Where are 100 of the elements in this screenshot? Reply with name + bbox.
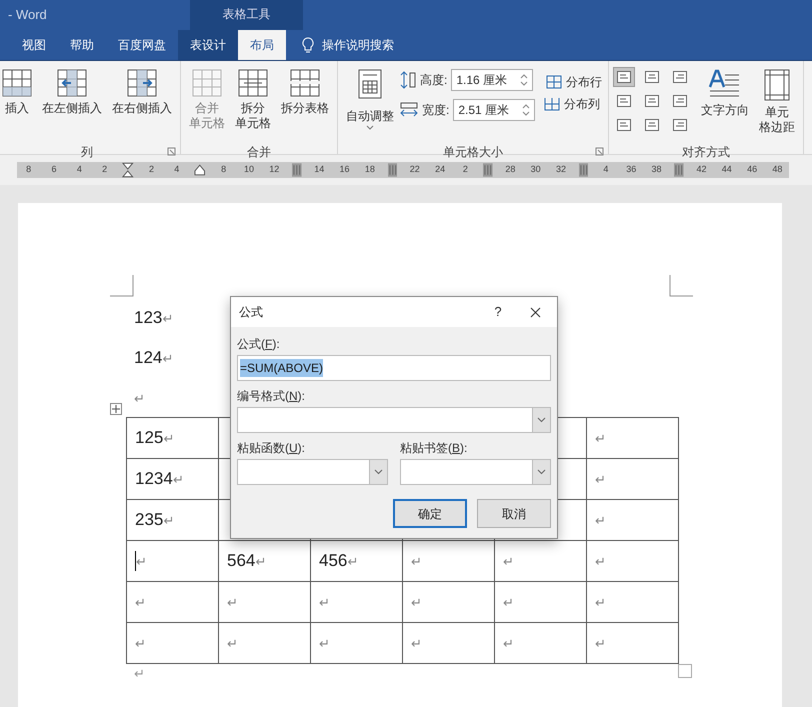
dropdown-field[interactable] xyxy=(400,459,551,485)
window-title: - Word xyxy=(7,6,48,24)
text: 564↵ xyxy=(227,550,266,572)
align-icon xyxy=(617,95,631,107)
chevron-down-icon xyxy=(537,417,546,423)
corner-mark-icon xyxy=(110,275,134,297)
ribbon-tab[interactable]: 表设计 xyxy=(178,30,238,60)
text: ↵ xyxy=(135,635,146,654)
text: ↵ xyxy=(595,553,606,572)
ribbon-button[interactable]: 单元 格边距 xyxy=(755,65,799,143)
table-icon xyxy=(57,69,87,97)
spinner-arrows-icon xyxy=(520,73,528,87)
column-marker-icon[interactable] xyxy=(388,163,398,177)
ribbon-button[interactable]: 拆分表格 xyxy=(277,65,333,143)
field-label: 宽度: xyxy=(422,102,450,119)
dialog-button[interactable]: 确定 xyxy=(393,499,467,528)
text: ↵ xyxy=(595,635,606,654)
field-label: 高度: xyxy=(420,72,448,89)
ribbon-button[interactable]: 插入 xyxy=(0,65,36,143)
table-move-handle-icon[interactable] xyxy=(110,403,122,415)
text: ↵ xyxy=(134,665,145,683)
text: ↵ xyxy=(227,594,238,612)
text: 1234↵ xyxy=(135,468,184,490)
text: ↵ xyxy=(503,635,514,654)
ribbon-button[interactable]: 在右侧插入 xyxy=(108,65,176,143)
text: ↵ xyxy=(411,635,422,654)
ribbon-button[interactable]: 在左侧插入 xyxy=(38,65,106,143)
align-icon xyxy=(645,71,659,83)
ribbon-button[interactable]: 文字方向 xyxy=(697,65,753,143)
text: ↵ xyxy=(595,594,606,612)
text: ↵ xyxy=(319,635,330,654)
spin-field[interactable]: 1.16 厘米 xyxy=(451,69,534,91)
spin-field[interactable]: 2.51 厘米 xyxy=(453,99,536,121)
search-label[interactable]: 操作说明搜索 xyxy=(322,36,394,54)
ruler[interactable]: 8 6 4 2 2 4 8 10 12 14 16 18 22 24 2 28 30 32 4 36 38 42 44 46 48 xyxy=(17,162,789,178)
spinner-arrows-icon xyxy=(522,103,530,117)
align-icon xyxy=(673,95,687,107)
text: 235↵ xyxy=(135,509,174,532)
context-tab-title: 表格工具 xyxy=(190,0,303,30)
ribbon-tab[interactable]: 视图 xyxy=(10,30,58,60)
dialog-launcher-icon[interactable] xyxy=(167,147,176,156)
text: ↵ xyxy=(319,594,330,612)
text: ↵ xyxy=(134,390,145,407)
field-label: 粘贴书签(B): xyxy=(400,441,468,455)
ribbon-tab[interactable]: 百度网盘 xyxy=(106,30,178,60)
help-button[interactable]: ? xyxy=(483,302,513,322)
ribbon-button[interactable]: 分布列 xyxy=(544,95,600,113)
autofit-button[interactable]: 自动调整 xyxy=(342,65,398,143)
align-icon xyxy=(645,119,659,131)
close-icon xyxy=(530,306,540,318)
align-icon xyxy=(645,95,659,107)
text: ↵ xyxy=(411,594,422,612)
column-marker-icon[interactable] xyxy=(578,163,588,177)
field-label: 公式(F): xyxy=(237,337,281,351)
table-resize-handle[interactable] xyxy=(678,664,692,678)
table-icon xyxy=(127,69,157,97)
tab-marker-icon[interactable] xyxy=(194,164,206,176)
dropdown-field[interactable] xyxy=(237,459,388,485)
text: ↵ xyxy=(595,471,606,490)
align-icon xyxy=(673,71,687,83)
table-icon xyxy=(192,69,222,97)
indent-marker-icon[interactable] xyxy=(122,162,134,178)
text: 123↵ xyxy=(134,308,174,327)
dropdown-field[interactable] xyxy=(237,407,551,433)
text: ↵ xyxy=(135,594,146,612)
group-label: 单元格大小 xyxy=(443,144,503,161)
text: ↵ xyxy=(136,553,147,572)
dialog-launcher-icon[interactable] xyxy=(595,147,604,156)
dialog-button[interactable]: 取消 xyxy=(477,499,551,528)
cell-margins-icon xyxy=(764,69,790,101)
text-direction-icon xyxy=(708,69,742,99)
align-icon xyxy=(617,119,631,131)
text: 125↵ xyxy=(135,427,174,450)
ribbon-button[interactable]: 分布行 xyxy=(546,73,602,91)
lightbulb-icon xyxy=(302,37,314,53)
text: ↵ xyxy=(411,553,422,572)
table-icon xyxy=(238,69,268,97)
align-icon xyxy=(673,119,687,131)
text: ↵ xyxy=(227,635,238,654)
text: 456↵ xyxy=(319,550,358,572)
row-height-icon xyxy=(400,71,416,89)
formula-field[interactable]: =SUM(ABOVE) xyxy=(237,355,551,381)
corner-mark-icon xyxy=(669,275,693,297)
ribbon-button[interactable]: 拆分 单元格 xyxy=(231,65,275,143)
text: ↵ xyxy=(503,553,514,572)
text: ↵ xyxy=(503,594,514,612)
chevron-down-icon xyxy=(537,469,546,475)
distribute-rows-icon xyxy=(546,75,562,89)
text: ↵ xyxy=(595,430,606,448)
field-label: 编号格式(N): xyxy=(237,389,306,403)
group-label: 对齐方式 xyxy=(682,144,730,161)
align-icon xyxy=(617,71,631,83)
ribbon-tab[interactable]: 帮助 xyxy=(58,30,106,60)
dialog-title: 公式 xyxy=(239,304,264,321)
column-marker-icon[interactable] xyxy=(483,163,493,177)
field-label: 粘贴函数(U): xyxy=(237,441,306,455)
column-marker-icon[interactable] xyxy=(674,163,684,177)
column-marker-icon[interactable] xyxy=(292,163,302,177)
align-button[interactable] xyxy=(613,67,635,87)
ribbon-tab[interactable]: 布局 xyxy=(238,30,286,60)
